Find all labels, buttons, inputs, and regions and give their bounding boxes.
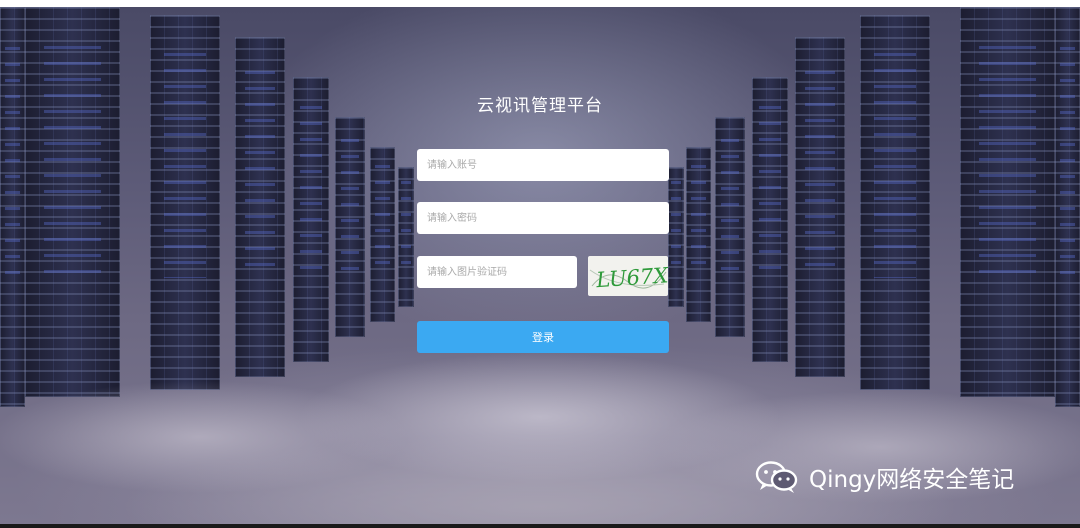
page-title: 云视讯管理平台 [477, 96, 603, 116]
captcha-graphic: LU67X [589, 263, 668, 292]
wechat-icon [755, 461, 798, 493]
captcha-text: LU67X [594, 263, 668, 292]
server-rack-right-8 [668, 167, 684, 307]
server-rack-right-7 [686, 147, 711, 322]
captcha-input[interactable] [417, 256, 577, 288]
server-rack-left-7 [370, 147, 395, 322]
account-input[interactable] [417, 149, 669, 181]
password-input[interactable] [417, 202, 669, 234]
watermark-text: Qingy网络安全笔记 [809, 467, 1015, 493]
server-rack-left-8 [398, 167, 414, 307]
server-rack-right-6 [715, 117, 745, 337]
login-button[interactable]: 登录 [417, 321, 669, 353]
captcha-image[interactable]: LU67X [588, 256, 668, 296]
watermark: Qingy网络安全笔记 [755, 457, 1014, 497]
server-rack-left-6 [335, 117, 365, 337]
login-page: 云视讯管理平台 LU67X 登录 Qingy网络安全笔记 [0, 7, 1080, 524]
bottom-border [0, 524, 1080, 528]
